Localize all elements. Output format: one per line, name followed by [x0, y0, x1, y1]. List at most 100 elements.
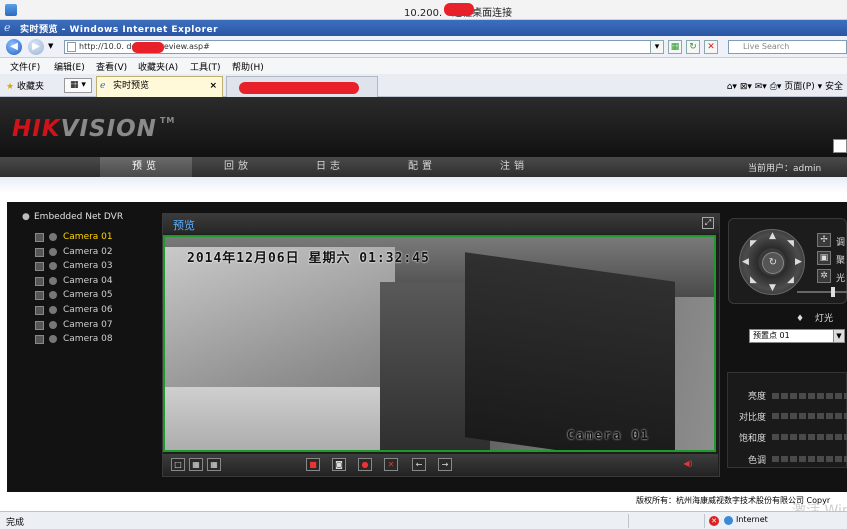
window-title: 实时预览 - Windows Internet Explorer — [20, 25, 219, 35]
slider-knob[interactable] — [831, 287, 835, 297]
ie-status-bar: 完成 ✕ Internet — [0, 511, 847, 529]
menu-file[interactable]: 文件(F) — [10, 60, 40, 73]
camera-item[interactable]: Camera 06 — [35, 304, 113, 316]
history-dropdown-icon[interactable]: ▼ — [48, 42, 53, 50]
ptz-speed-slider[interactable] — [797, 287, 847, 297]
play-toggle-icon[interactable] — [35, 233, 44, 242]
play-toggle-icon[interactable] — [35, 306, 44, 315]
menu-edit[interactable]: 编辑(E) — [54, 60, 85, 73]
ptz-label-zoom: 调 — [836, 238, 846, 248]
zoom-icon[interactable]: ✢ — [817, 233, 831, 247]
print-icon[interactable]: ⎙▾ — [770, 82, 782, 92]
mail-icon[interactable]: ✉▾ — [755, 82, 767, 92]
camera-item[interactable]: Camera 01 — [35, 231, 113, 243]
ptz-down-icon[interactable]: ▼ — [769, 283, 776, 293]
nav-config[interactable]: 配置 — [376, 157, 468, 177]
volume-icon[interactable]: ◀) — [681, 458, 695, 471]
home-icon[interactable]: ⌂▾ — [727, 82, 737, 92]
layout-2x2-icon[interactable]: ▦ — [189, 458, 203, 471]
ptz-auto-icon[interactable]: ↻ — [762, 252, 784, 274]
nav-preview[interactable]: 预览 — [100, 157, 192, 177]
ptz-down-right-icon[interactable]: ◢ — [787, 275, 794, 285]
logo-gray-part: VISION — [60, 116, 157, 142]
nav-logout[interactable]: 注销 — [468, 157, 560, 177]
next-page-icon[interactable]: → — [438, 458, 452, 471]
search-input[interactable]: Live Search — [728, 40, 847, 54]
brightness-slider[interactable] — [772, 393, 847, 399]
camera-icon — [49, 233, 57, 241]
nav-playback[interactable]: 回放 — [192, 157, 284, 177]
compat-view-icon[interactable]: ▦ — [668, 40, 682, 54]
chevron-down-icon[interactable]: ▼ — [833, 330, 844, 342]
device-root[interactable]: ● Embedded Net DVR — [20, 212, 123, 222]
refresh-icon[interactable]: ↻ — [686, 40, 700, 54]
feeds-icon[interactable]: ⊠▾ — [740, 82, 752, 92]
logo-trademark: TM — [159, 116, 176, 125]
ptz-down-left-icon[interactable]: ◣ — [750, 275, 757, 285]
stop-icon[interactable]: ✕ — [704, 40, 718, 54]
preset-select[interactable]: 预置点 01 ▼ — [749, 329, 845, 343]
saturation-slider[interactable] — [772, 434, 847, 440]
tab-bar: ★ 收藏夹 ▦ ▾ ℯ 实时预览 × ⌂▾ ⊠▾ ✉▾ ⎙▾ 页面(P) ▾ 安… — [0, 74, 847, 97]
address-dropdown-icon[interactable]: ▾ — [650, 40, 664, 54]
camera-icon — [49, 306, 57, 314]
saturation-label: 饱和度 — [738, 434, 766, 444]
nav-log[interactable]: 日志 — [284, 157, 376, 177]
camera-item[interactable]: Camera 07 — [35, 319, 113, 331]
play-toggle-icon[interactable] — [35, 320, 44, 330]
ptz-left-icon[interactable]: ◀ — [742, 257, 749, 267]
favorites-button[interactable]: ★ 收藏夹 — [6, 79, 44, 92]
tab-other[interactable] — [226, 76, 378, 97]
page-icon — [67, 42, 76, 52]
light-label: 灯光 — [814, 314, 833, 324]
menu-view[interactable]: 查看(V) — [96, 60, 127, 73]
brightness-label: 亮度 — [747, 392, 766, 402]
fullscreen-icon[interactable]: ⤢ — [702, 217, 714, 229]
close-tab-icon[interactable]: × — [209, 77, 217, 96]
camera-item[interactable]: Camera 08 — [35, 333, 113, 345]
focus-icon[interactable]: ▣ — [817, 251, 831, 265]
back-button[interactable]: ◀ — [6, 39, 22, 55]
quick-tabs-icon[interactable]: ▦ ▾ — [64, 78, 92, 93]
ptz-label-focus: 聚 — [836, 256, 846, 266]
play-toggle-icon[interactable] — [35, 291, 44, 301]
iris-icon[interactable]: ✲ — [817, 269, 831, 283]
camera-item[interactable]: Camera 03 — [35, 260, 113, 272]
forward-button[interactable]: ▶ — [28, 39, 44, 55]
menu-favorites[interactable]: 收藏夹(A) — [138, 60, 178, 73]
light-control[interactable]: ♦ 灯光 — [796, 311, 833, 324]
camera-item[interactable]: Camera 04 — [35, 275, 113, 287]
record-icon[interactable]: ● — [358, 458, 372, 471]
blocked-content-icon[interactable]: ✕ — [709, 516, 719, 526]
address-input[interactable]: http://10.0. doc/cn/preview.asp# — [64, 40, 662, 54]
play-toggle-icon[interactable] — [35, 262, 44, 272]
security-zone[interactable]: Internet — [736, 515, 768, 524]
status-divider — [628, 514, 629, 528]
play-toggle-icon[interactable] — [35, 276, 44, 286]
ptz-right-icon[interactable]: ▶ — [795, 257, 802, 267]
ptz-up-icon[interactable]: ▲ — [769, 231, 776, 241]
star-icon: ★ — [6, 82, 15, 92]
redaction-mark — [132, 42, 164, 53]
command-bar[interactable]: ⌂▾ ⊠▾ ✉▾ ⎙▾ 页面(P) ▾ 安全 — [727, 79, 843, 92]
camera-item[interactable]: Camera 05 — [35, 289, 113, 301]
previous-page-icon[interactable]: ← — [412, 458, 426, 471]
tab-preview[interactable]: ℯ 实时预览 × — [96, 76, 223, 97]
layout-1x1-icon[interactable]: □ — [171, 458, 185, 471]
search-placeholder: Live Search — [743, 42, 790, 51]
hue-slider[interactable] — [772, 456, 847, 462]
stop-all-icon[interactable]: ✕ — [384, 458, 398, 471]
contrast-slider[interactable] — [772, 413, 847, 419]
ptz-up-right-icon[interactable]: ◥ — [787, 239, 794, 249]
camera-item[interactable]: Camera 02 — [35, 246, 113, 258]
page-and-safety-menus[interactable]: 页面(P) ▾ 安全 — [784, 82, 843, 92]
video-window[interactable]: 2014年12月06日 星期六 01:32:45 Camera 01 — [163, 235, 716, 452]
play-toggle-icon[interactable] — [35, 335, 44, 345]
ptz-up-left-icon[interactable]: ◤ — [750, 239, 757, 249]
play-toggle-icon[interactable] — [35, 247, 44, 257]
menu-tools[interactable]: 工具(T) — [190, 60, 221, 73]
capture-icon[interactable]: ◙ — [332, 458, 346, 471]
layout-3x3-icon[interactable]: ▦ — [207, 458, 221, 471]
menu-help[interactable]: 帮助(H) — [232, 60, 264, 73]
stop-preview-icon[interactable]: ■ — [306, 458, 320, 471]
